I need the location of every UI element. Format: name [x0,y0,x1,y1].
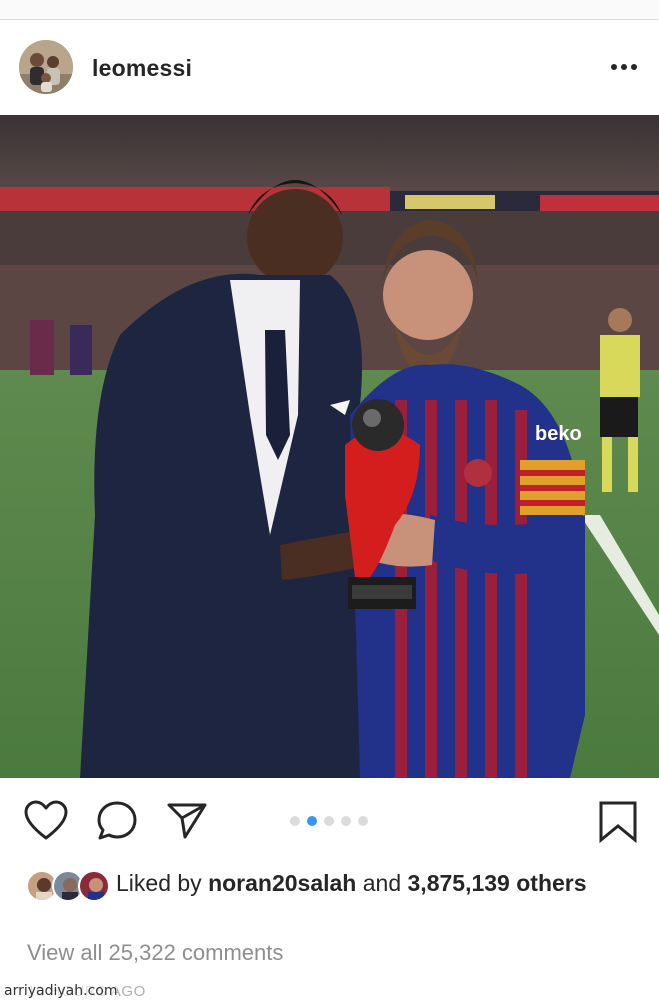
post-actions [0,778,659,868]
post-photo[interactable]: beko [0,115,659,778]
bookmark-icon[interactable] [598,800,638,849]
carousel-dot [341,816,351,826]
carousel-indicator [290,816,368,828]
likes-suffix[interactable]: others [516,870,586,896]
carousel-dot [290,816,300,826]
svg-text:beko: beko [535,423,582,445]
share-icon[interactable] [166,801,208,846]
photo-illustration: beko [0,115,659,778]
post-username[interactable]: leomessi [92,55,192,82]
status-strip [0,0,659,20]
likes-section: Liked by noran20salah and 3,875,139 othe… [0,862,659,932]
watermark-text: arriyadiyah.com [4,983,118,999]
liker-avatar [78,870,110,902]
liker-avatars[interactable] [26,870,110,904]
ellipsis-horizontal-icon[interactable] [608,59,640,75]
comment-icon[interactable] [96,800,138,847]
liker-username[interactable]: noran20salah [208,870,356,896]
likes-prefix: Liked by [116,870,202,896]
post-header: leomessi [0,21,659,115]
carousel-dot-active [307,816,317,826]
heart-icon[interactable] [24,800,68,847]
likes-summary[interactable]: Liked by noran20salah and 3,875,139 othe… [116,869,636,897]
likes-count[interactable]: 3,875,139 [408,870,510,896]
view-comments-link[interactable]: View all 25,322 comments [27,940,283,966]
carousel-dot [358,816,368,826]
likes-connector: and [362,870,402,896]
profile-avatar[interactable] [19,40,73,94]
carousel-dot [324,816,334,826]
